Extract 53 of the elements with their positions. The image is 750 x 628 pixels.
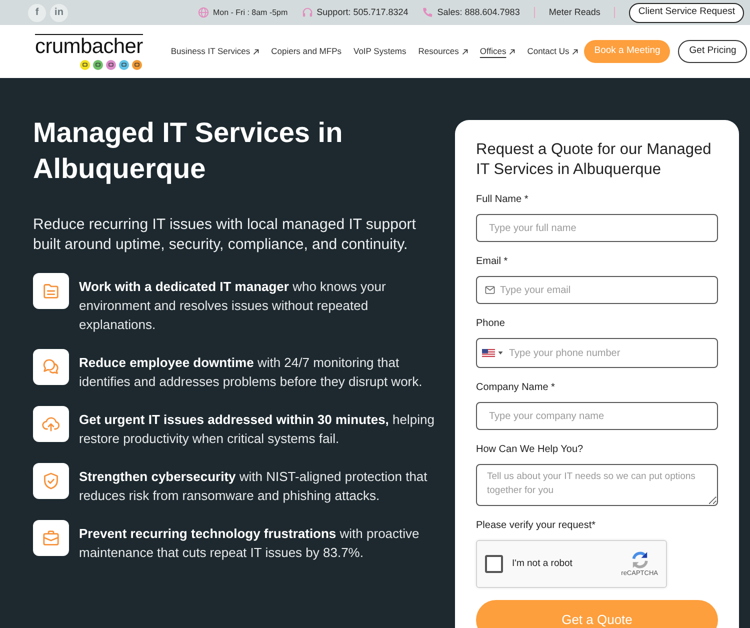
shield-check-icon: [33, 463, 69, 499]
field-label: Full Name *: [476, 193, 530, 207]
feature-text: Reduce employee downtime with 24/7 monitoring that identifies and addresses problems before they disrupt work.: [79, 354, 424, 391]
phone-icon: [422, 7, 434, 18]
feature-text: Strengthen cybersecurity with NIST-aligned protection that reduces risk from ransomware and phishing attacks.: [79, 468, 428, 505]
text-field[interactable]: Type your full name: [476, 214, 718, 242]
headset-icon: [302, 7, 313, 18]
globe-icon: [198, 7, 209, 18]
email-field[interactable]: Type your email: [476, 276, 718, 304]
page-title: Managed IT Services in Albuquerque: [33, 116, 344, 186]
field-label: Company Name *: [476, 381, 556, 395]
nav-link[interactable]: Offices: [474, 45, 522, 58]
logo[interactable]: crumbacher: [35, 34, 143, 58]
field-label: Phone: [476, 317, 506, 331]
hours-text: Mon - Fri : 8am -5pm: [212, 6, 288, 18]
nav-link[interactable]: Business IT Services: [164, 45, 266, 58]
logo-badge-icon: [106, 60, 116, 70]
feature-text: Work with a dedicated IT manager who knows your environment and resolves issues without repeated explanations.: [79, 278, 387, 334]
message-field[interactable]: Tell us about your IT needs so we can put options together for you: [476, 464, 718, 506]
phone-field[interactable]: Type your phone number: [476, 338, 718, 368]
cloud-upload-icon: [33, 406, 69, 442]
nav-link[interactable]: Copiers and MFPs: [265, 45, 348, 58]
chat-icon: [33, 349, 69, 385]
nav-link[interactable]: Resources: [412, 45, 474, 58]
feature-text: Prevent recurring technology frustrations with proactive maintenance that cuts repeat IT issues by 83.7%.: [79, 525, 420, 562]
logo-badge-icon: [93, 60, 103, 70]
field-label: Email *: [476, 255, 509, 269]
top-bar-button[interactable]: Client Service Request: [629, 2, 744, 22]
field-label: How Can We Help You?: [476, 443, 584, 457]
folder-icon: [33, 273, 69, 309]
feature-text: Get urgent IT issues addressed within 30 minutes, helping restore productivity when critical systems fail.: [79, 411, 436, 448]
field-label: Please verify your request*: [476, 519, 597, 533]
briefcase-icon: [33, 520, 69, 556]
phone-link[interactable]: Sales: 888.604.7983: [437, 6, 520, 20]
flag-icon[interactable]: [482, 349, 495, 357]
logo-badge-icon: [132, 60, 142, 70]
nav-link[interactable]: VoIP Systems: [348, 45, 412, 58]
social-link[interactable]: f: [28, 4, 46, 22]
caret-icon[interactable]: [498, 352, 503, 354]
outline-button[interactable]: Get Pricing: [678, 40, 748, 63]
logo-badge-icon: [119, 60, 129, 70]
logo-badge-icon: [80, 60, 90, 70]
form-title: Request a Quote for our Managed IT Services in Albuquerque: [476, 140, 712, 180]
captcha-text: I'm not a robot: [512, 556, 572, 571]
hero-subtitle: Reduce recurring IT issues with local managed IT support built around uptime, security, compliance, and continuity.: [33, 215, 417, 255]
checkbox[interactable]: [485, 555, 503, 573]
social-link[interactable]: in: [50, 4, 68, 22]
phone-link[interactable]: Support: 505.717.8324: [316, 6, 408, 20]
top-bar-link[interactable]: Meter Reads: [548, 6, 600, 20]
circular-arrows-icon: [630, 550, 650, 570]
envelope-icon: [485, 286, 495, 294]
text-field[interactable]: Type your company name: [476, 402, 718, 430]
nav-link[interactable]: Contact Us: [521, 45, 584, 58]
